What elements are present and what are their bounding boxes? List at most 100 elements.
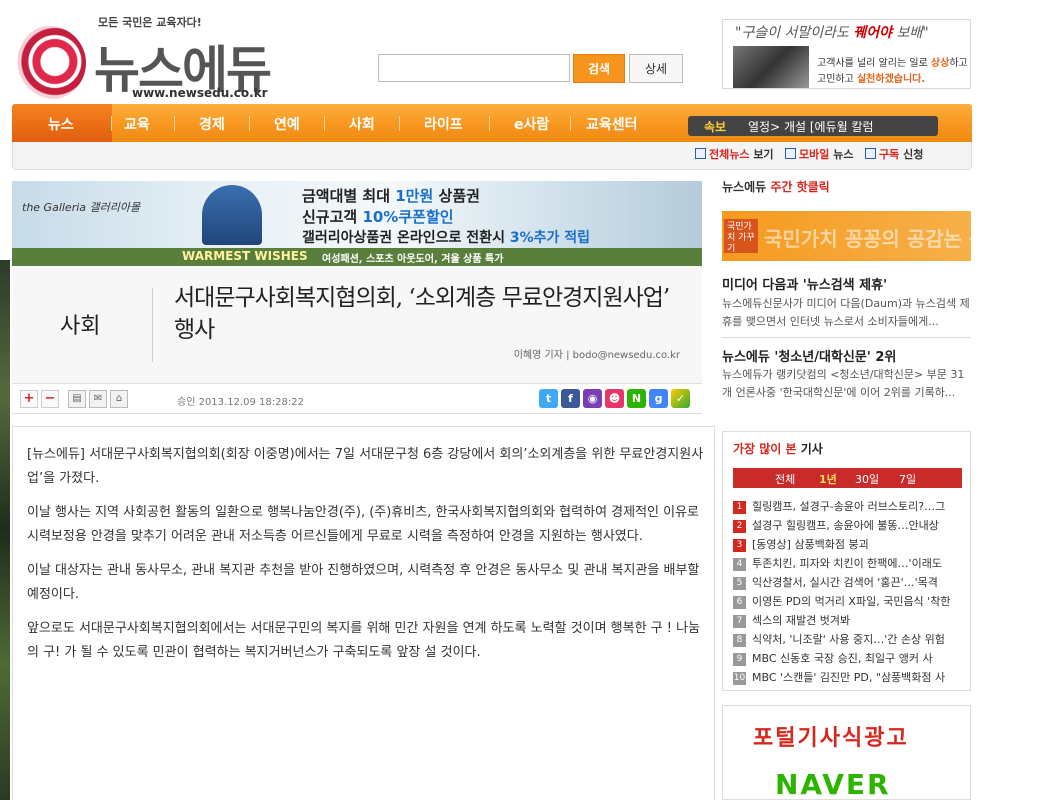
banner-strip-title: WARMEST WISHES — [182, 249, 308, 263]
logo-swirl-icon — [12, 26, 86, 100]
subnav-subscribe[interactable]: 구독 신청 — [865, 146, 923, 162]
twitter-share-icon[interactable]: t — [539, 389, 558, 408]
tab-7-days[interactable]: 7일 — [899, 471, 916, 487]
list-item[interactable]: 2 설경구 힐링캠프, 송윤아에 불똥…안내상 — [733, 517, 965, 536]
nav-item-society[interactable]: 사회 — [349, 114, 375, 134]
nav-item-entertainment[interactable]: 연예 — [274, 114, 300, 134]
banner-line-3: 갤러리아상품권 온라인으로 전환시 3%추가 적립 — [302, 230, 590, 246]
article-paragraph: 앞으로도 서대문구사회복지협의회에서는 서대문구민의 복지를 위해 민간 자원을… — [27, 621, 701, 660]
ad-line-1: 고객사를 널리 알리는 일로 상상하고 — [817, 58, 968, 69]
nav-item-life[interactable]: 라이프 — [424, 114, 463, 134]
nav-separator — [570, 116, 571, 131]
top-right-ad[interactable]: "구슬이 서말이라도 꿰어야 보배" 고객사를 널리 알리는 일로 상상하고 고… — [722, 19, 971, 89]
side-news-desc[interactable]: 뉴스에듀신문사가 미디어 다음(Daum)과 뉴스검색 제휴를 맺으면서 인터넷… — [722, 295, 971, 331]
nav-item-education[interactable]: 교육 — [124, 114, 150, 134]
nav-separator — [489, 116, 490, 131]
banner-model-image — [202, 185, 262, 245]
most-viewed-tabs: 전체 1년 30일 7일 — [733, 468, 962, 488]
font-decrease-button[interactable]: − — [41, 390, 59, 408]
banner-line-1: 금액대별 최대 1만원 상품권 — [302, 187, 480, 205]
sub-nav: 전체뉴스 보기 모바일 뉴스 구독 신청 — [12, 142, 972, 170]
pencil-icon — [865, 148, 876, 159]
subnav-all-news[interactable]: 전체뉴스 보기 — [695, 146, 774, 162]
banner-line-2: 신규고객 10%쿠폰할인 — [302, 208, 454, 226]
tab-all[interactable]: 전체 — [775, 471, 795, 487]
tab-30-days[interactable]: 30일 — [855, 471, 879, 487]
list-item[interactable]: 5 익산경찰서, 실시간 검색어 '홍끈'…'목격 — [733, 574, 965, 593]
ad-line-2: 고민하고 실천하겠습니다. — [817, 74, 926, 85]
galleria-banner-ad[interactable]: the Galleria 갤러리아몰 금액대별 최대 1만원 상품권 신규고객 … — [12, 181, 702, 266]
approved-datetime: 승인 2013.12.09 18:28:22 — [177, 397, 304, 408]
mobile-icon — [785, 148, 796, 159]
banner-brand: the Galleria 갤러리아몰 — [22, 201, 141, 214]
ad-slogan: "구슬이 서말이라도 꿰어야 보배" — [735, 25, 929, 41]
article-paragraph: 이날 대상자는 관내 동사무소, 관내 복지관 추천을 받아 진행하였으며, 시… — [27, 563, 700, 602]
article-byline: 이혜영 기자 | bodo@newsedu.co.kr — [513, 350, 680, 361]
article-body: [뉴스에듀] 서대문구사회복지협의회(회장 이중명)에서는 7일 서대문구청 6… — [12, 426, 715, 800]
portal-ad-banner[interactable]: 포털기사식광고 NAVER — [722, 705, 971, 800]
side-news-desc[interactable]: 뉴스에듀가 랭키닷컴의 <청소년/대학신문> 부문 31개 언론사중 '한국대학… — [722, 366, 971, 402]
bookmark-share-icon[interactable]: ✓ — [671, 389, 690, 408]
right-promo-ad[interactable]: 국민가치 가꾸기 국민가치 꽁꽁의 공감논 콩 — [722, 211, 971, 261]
banner-strip-text: 여성패션, 스포츠 아웃도어, 겨울 상품 특가 — [322, 254, 504, 265]
most-viewed-list: 1 힐링캠프, 설경구-송윤아 러브스토리?…그 2 설경구 힐링캠프, 송윤아에 … — [733, 498, 965, 688]
side-news-title[interactable]: 뉴스에듀 '청소년/대학신문' 2위 — [722, 346, 896, 365]
left-background-strip — [0, 260, 10, 800]
weekly-hot-click-heading: 뉴스에듀 주간 핫클릭 — [722, 180, 830, 194]
logo-url: www.newsedu.co.kr — [132, 86, 268, 100]
nav-separator — [174, 116, 175, 131]
most-viewed-heading: 가장 많이 본 기사 — [733, 442, 823, 456]
list-item[interactable]: 4 투존치킨, 피자와 치킨이 한팩에…'이래도 — [733, 555, 965, 574]
most-viewed-box: 가장 많이 본 기사 전체 1년 30일 7일 1 힐링캠프, 설경구-송윤아 러… — [722, 431, 971, 691]
article-header: 사회 서대문구사회복지협의회, ‘소외계층 무료안경지원사업’ 행사 이혜영 기… — [12, 266, 702, 384]
tab-1-year[interactable]: 1년 — [819, 471, 837, 487]
nav-separator — [111, 116, 112, 131]
search-input[interactable] — [378, 54, 570, 82]
main-nav: 뉴스 교육 경제 연예 사회 라이프 e사람 교육센터 속보 열정> 개설 [에… — [12, 104, 972, 142]
subnav-mobile-news[interactable]: 모바일 뉴스 — [785, 146, 853, 162]
nav-item-epeople[interactable]: e사람 — [514, 114, 549, 134]
detail-search-button[interactable]: 상세 — [629, 54, 683, 83]
yozm-share-icon[interactable]: ◉ — [583, 389, 602, 408]
search-button[interactable]: 검색 — [573, 54, 625, 83]
list-item[interactable]: 3 [동영상] 삼풍백화점 붕괴 — [733, 536, 965, 555]
search-icon — [695, 148, 706, 159]
list-item[interactable]: 1 힐링캠프, 설경구-송윤아 러브스토리?…그 — [733, 498, 965, 517]
list-item[interactable]: 10 MBC '스캔들' 김진만 PD, "삼풍백화점 사 — [733, 669, 965, 688]
logo-tagline: 모든 국민은 교육자다! — [98, 16, 202, 29]
naver-share-icon[interactable]: N — [627, 389, 646, 408]
list-item[interactable]: 8 식약처, '니조랄' 사용 중지…'간 손상 위험 — [733, 631, 965, 650]
nav-item-economy[interactable]: 경제 — [199, 114, 225, 134]
me2day-share-icon[interactable]: ☻ — [605, 389, 624, 408]
side-news-title[interactable]: 미디어 다음과 '뉴스검색 제휴' — [722, 274, 887, 293]
list-item[interactable]: 6 이영돈 PD의 먹거리 X파일, 국민음식 '착한 — [733, 593, 965, 612]
article-toolbar: + − ▤ ✉ ⌂ 승인 2013.12.09 18:28:22 t f ◉ ☻… — [12, 384, 702, 414]
breaking-label: 속보 — [704, 120, 727, 134]
nav-separator — [324, 116, 325, 131]
side-divider — [722, 337, 971, 338]
nav-item-news[interactable]: 뉴스 — [48, 114, 74, 134]
breaking-news-ticker[interactable]: 속보 열정> 개설 [에듀윌 칼럼 — [688, 116, 938, 136]
article-title: 서대문구사회복지협의회, ‘소외계층 무료안경지원사업’ 행사 — [174, 285, 670, 343]
promo-tag: 국민가치 가꾸기 — [724, 219, 758, 254]
google-share-icon[interactable]: g — [649, 389, 668, 408]
section-label: 사회 — [60, 314, 101, 339]
article-paragraph: [뉴스에듀] 서대문구사회복지협의회(회장 이중명)에서는 7일 서대문구청 6… — [27, 447, 704, 486]
list-item[interactable]: 9 MBC 신동호 국장 승진, 최일구 앵커 사 — [733, 650, 965, 669]
promo-text: 국민가치 꽁꽁의 공감논 콩 — [764, 227, 971, 251]
article-paragraph: 이날 행사는 지역 사회공헌 활동의 일환으로 행복나눔안경(주), (주)휴비… — [27, 505, 700, 544]
breaking-text: 열정> 개설 [에듀윌 칼럼 — [748, 120, 874, 134]
list-item[interactable]: 7 섹스의 재발견 벗겨봐 — [733, 612, 965, 631]
facebook-share-icon[interactable]: f — [561, 389, 580, 408]
nav-item-edu-center[interactable]: 교육센터 — [586, 114, 638, 134]
scrap-icon[interactable]: ⌂ — [110, 390, 128, 408]
nav-separator — [399, 116, 400, 131]
header-divider — [152, 288, 153, 362]
portal-ad-title: 포털기사식광고 — [753, 725, 909, 751]
email-icon[interactable]: ✉ — [89, 390, 107, 408]
ad-photo — [733, 46, 809, 88]
font-increase-button[interactable]: + — [20, 390, 38, 408]
print-icon[interactable]: ▤ — [68, 390, 86, 408]
naver-logo: NAVER — [775, 768, 891, 800]
site-logo[interactable]: 모든 국민은 교육자다! 뉴스에듀 www.newsedu.co.kr — [12, 14, 312, 102]
